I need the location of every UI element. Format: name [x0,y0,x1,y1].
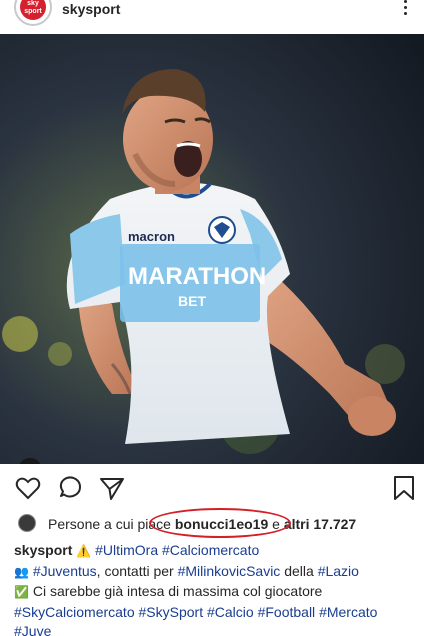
hashtag[interactable]: #Football [258,604,316,620]
share-direct-icon[interactable] [98,474,126,502]
caption-line-2: 👥 #Juventus, contatti per #MilinkovicSav… [14,562,359,579]
jersey-sponsor-text: MARATHON [128,263,266,290]
hashtag[interactable]: #MilinkovicSavic [178,563,281,579]
more-options-icon[interactable] [400,0,410,18]
hashtag[interactable]: #Calcio [207,604,254,620]
hashtag[interactable]: #Mercato [319,604,377,620]
hashtag[interactable]: #SkyCalciomercato [14,604,135,620]
likes-count[interactable]: altri 17.727 [284,516,356,532]
people-emoji-icon: 👥 [14,564,29,579]
post-actions [0,474,424,504]
account-username[interactable]: skysport [62,1,120,17]
caption-line-3: ✅ Ci sarebbe già intesa di massima col g… [14,583,323,599]
tagged-users-icon[interactable] [18,458,42,464]
sky-sport-logo: sky sport [20,0,46,20]
post-caption: skysport ⚠️ #UltimOra #Calciomercato 👥 #… [14,541,420,636]
hashtag[interactable]: #SkySport [139,604,204,620]
comment-icon[interactable] [56,474,84,502]
like-heart-icon[interactable] [14,474,42,502]
hashtag[interactable]: #Lazio [318,563,359,579]
account-avatar[interactable]: sky sport [14,0,52,26]
caption-line-5: #Juve [14,622,420,636]
caption-line-4: #SkyCalciomercato #SkySport #Calcio #Foo… [14,603,420,623]
warning-emoji-icon: ⚠️ [76,544,92,558]
red-annotation-circle [149,508,291,538]
player-illustration: macron MARATHON BET [0,34,424,464]
caption-username[interactable]: skysport [14,542,72,558]
caption-line-1: skysport ⚠️ #UltimOra #Calciomercato [14,541,420,562]
jersey-sponsor-text-2: BET [178,293,206,309]
hashtag[interactable]: #Calciomercato [162,542,259,558]
jersey-brand-text: macron [128,229,175,244]
likes-summary[interactable]: Persone a cui piace bonucci1eo19 e altri… [18,508,418,538]
hashtag[interactable]: #Juventus [33,563,97,579]
liker-avatar [18,514,36,532]
hashtag[interactable]: #Juve [14,623,51,636]
post-photo[interactable]: macron MARATHON BET [0,34,424,464]
hashtag[interactable]: #UltimOra [95,542,158,558]
check-emoji-icon: ✅ [14,585,29,599]
post-header: sky sport skysport [0,0,424,30]
save-bookmark-icon[interactable] [390,474,418,502]
